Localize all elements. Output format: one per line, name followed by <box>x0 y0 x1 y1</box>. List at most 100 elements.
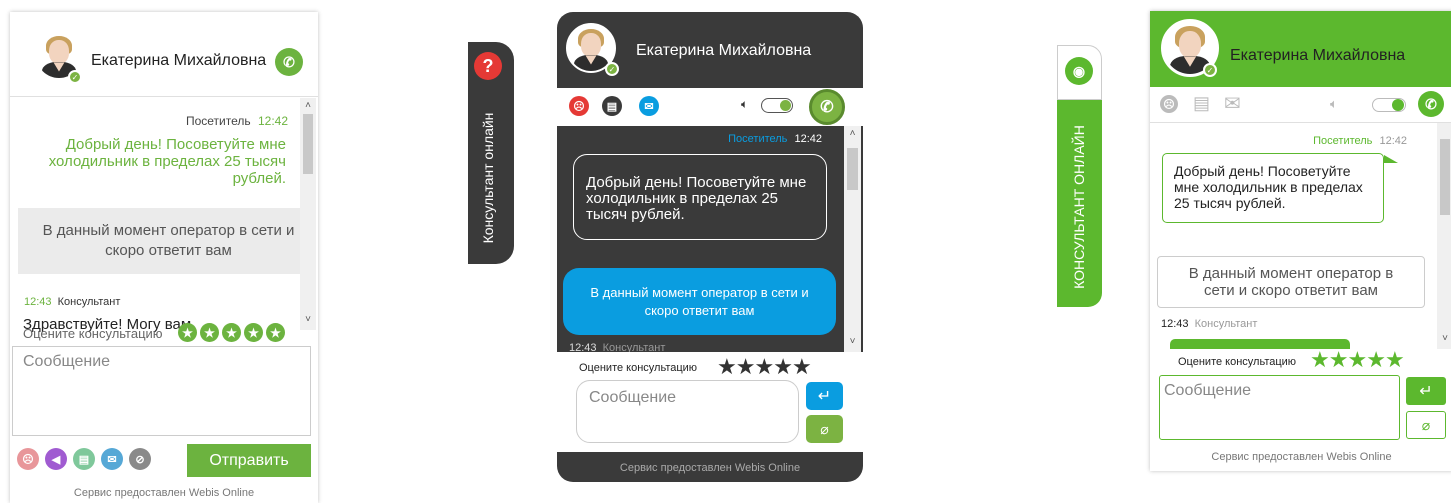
chat-bubbles-icon: ◉ <box>1065 57 1093 85</box>
message-input[interactable]: Сообщение <box>1159 375 1400 440</box>
star-icon[interactable]: ★ <box>266 323 285 342</box>
toolbar: ☹ ▤ ✉ 🔈︎ ✆ <box>1150 87 1451 123</box>
star-icon[interactable]: ★ <box>792 354 812 379</box>
visitor-message: Добрый день! Посоветуйте мне холодильник… <box>48 136 286 187</box>
rate-label: Оцените консультацию <box>579 362 698 374</box>
chat-header: ✓ Екатерина Михайловна <box>1150 11 1451 87</box>
print-icon[interactable]: ▤ <box>1193 93 1210 114</box>
visitor-message: Добрый день! Посоветуйте мне холодильник… <box>573 154 827 240</box>
message-scrollbar[interactable]: ˄ ˅ <box>300 98 316 330</box>
online-check-icon: ✓ <box>68 70 82 84</box>
star-icon[interactable]: ★ <box>1347 347 1367 372</box>
star-icon[interactable]: ★ <box>1329 347 1349 372</box>
scroll-up-icon[interactable]: ˄ <box>300 100 316 111</box>
star-icon[interactable]: ★ <box>1310 347 1330 372</box>
print-icon[interactable]: ▤ <box>73 448 95 470</box>
visitor-label: Посетитель <box>185 114 251 128</box>
send-button[interactable]: ↵ <box>1406 377 1446 405</box>
message-area: Посетитель 12:42 Добрый день! Посоветуйт… <box>10 98 302 344</box>
system-message: В данный момент оператор в сети и скоро … <box>563 268 836 335</box>
scroll-down-icon[interactable]: ˅ <box>844 336 861 347</box>
mail-icon[interactable]: ✉ <box>1224 91 1241 116</box>
visitor-label: Посетитель <box>1313 135 1373 147</box>
message-area: Посетитель 12:42 Добрый день! Посоветуйт… <box>1150 123 1435 349</box>
chat-widget-light: ✓ Екатерина Михайловна ✆ Посетитель 12:4… <box>10 12 318 503</box>
consultant-tab-green[interactable]: ◉ КОНСУЛЬТАНТ ОНЛАЙН <box>1057 45 1102 307</box>
star-icon[interactable]: ★ <box>773 354 793 379</box>
scroll-thumb[interactable] <box>1440 139 1450 215</box>
star-icon[interactable]: ★ <box>717 354 737 379</box>
scroll-down-icon[interactable]: ˅ <box>1437 333 1451 344</box>
consultant-time: 12:43 <box>1161 318 1189 330</box>
visitor-label: Посетитель <box>728 133 788 145</box>
consultant-tab-dark[interactable]: ? Консультант онлайн <box>468 42 514 264</box>
system-message: В данный момент оператор в сети и скоро … <box>1157 256 1425 308</box>
call-button[interactable]: ✆ <box>809 89 845 125</box>
question-icon: ? <box>474 52 502 80</box>
star-icon[interactable]: ★ <box>1385 347 1405 372</box>
message-area: Посетитель 12:42 Добрый день! Посоветуйт… <box>557 126 842 352</box>
chat-widget-dark: ✓ Екатерина Михайловна ☹ ▤ ✉ 🔈︎ ✆ Посети… <box>557 12 863 482</box>
sound-toggle[interactable] <box>1372 98 1406 112</box>
print-icon[interactable]: ▤ <box>602 96 622 116</box>
rating-stars[interactable]: ★★★★★ <box>717 354 812 380</box>
toolbar: ☹ ◀ ▤ ✉ ⊘ <box>17 448 151 470</box>
consultant-label: Консультант <box>1194 318 1258 330</box>
toolbar: ☹ ▤ ✉ 🔈︎ ✆ <box>557 88 863 126</box>
scroll-thumb[interactable] <box>303 114 313 174</box>
message-placeholder: Сообщение <box>23 353 111 370</box>
operator-name: Екатерина Михайловна <box>91 52 267 69</box>
visitor-time: 12:42 <box>257 114 288 128</box>
volume-icon[interactable]: 🔈︎ <box>741 97 748 112</box>
star-icon[interactable]: ★ <box>200 323 219 342</box>
sad-face-icon[interactable]: ☹ <box>1160 95 1178 113</box>
rate-label: Оцените консультацию <box>1178 356 1297 368</box>
chat-widget-green: ✓ Екатерина Михайловна ☹ ▤ ✉ 🔈︎ ✆ Посети… <box>1150 11 1451 471</box>
scroll-down-icon[interactable]: ˅ <box>300 314 316 325</box>
consultant-time: 12:43 <box>569 342 597 352</box>
system-message: В данный момент оператор в сети и скоро … <box>18 208 302 274</box>
message-input[interactable]: Сообщение <box>576 380 799 443</box>
send-button[interactable]: ↵ <box>806 382 843 410</box>
consultant-label: Консультант <box>602 342 666 352</box>
rating-stars[interactable]: ★ ★ ★ ★ ★ <box>178 323 285 342</box>
online-check-icon: ✓ <box>605 62 619 76</box>
consultant-label: Консультант <box>57 296 121 308</box>
tab-label: КОНСУЛЬТАНТ ОНЛАЙН <box>1071 125 1087 289</box>
call-button[interactable]: ✆ <box>275 48 303 76</box>
tab-label: Консультант онлайн <box>480 112 496 244</box>
message-input[interactable]: Сообщение <box>12 346 311 436</box>
star-icon[interactable]: ★ <box>222 323 241 342</box>
bottom-panel: Оцените консультацию ★★★★★ Сообщение ↵ ⌀ <box>557 352 863 452</box>
footer-text: Сервис предоставлен Webis Online <box>73 487 255 499</box>
visitor-time: 12:42 <box>1379 135 1407 147</box>
consultant-time: 12:43 <box>24 296 52 308</box>
sound-toggle[interactable] <box>761 98 793 113</box>
mail-icon[interactable]: ✉ <box>101 448 123 470</box>
chat-header: ✓ Екатерина Михайловна ✆ <box>10 12 318 97</box>
mail-icon[interactable]: ✉ <box>639 96 659 116</box>
send-button[interactable]: Отправить <box>187 444 311 477</box>
attach-icon[interactable]: ⊘ <box>129 448 151 470</box>
star-icon[interactable]: ★ <box>736 354 756 379</box>
rate-label: Оцените консультацию <box>23 326 163 341</box>
message-scrollbar[interactable]: ˄ ˅ <box>844 126 861 352</box>
attach-button[interactable]: ⌀ <box>806 415 843 443</box>
sad-face-icon[interactable]: ☹ <box>569 96 589 116</box>
star-icon[interactable]: ★ <box>178 323 197 342</box>
message-scrollbar[interactable]: ˅ <box>1437 123 1451 349</box>
scroll-thumb[interactable] <box>847 148 858 190</box>
rating-stars[interactable]: ★★★★★ <box>1310 347 1405 373</box>
scroll-up-icon[interactable]: ˄ <box>844 128 861 139</box>
call-button[interactable]: ✆ <box>1418 91 1444 117</box>
star-icon[interactable]: ★ <box>244 323 263 342</box>
volume-icon[interactable]: ◀ <box>45 448 67 470</box>
attach-button[interactable]: ⌀ <box>1406 411 1446 439</box>
sad-face-icon[interactable]: ☹ <box>17 448 39 470</box>
online-check-icon: ✓ <box>1203 63 1217 77</box>
message-placeholder: Сообщение <box>589 389 677 406</box>
volume-icon[interactable]: 🔈︎ <box>1330 96 1338 112</box>
star-icon[interactable]: ★ <box>1366 347 1386 372</box>
message-placeholder: Сообщение <box>1164 382 1252 399</box>
star-icon[interactable]: ★ <box>754 354 774 379</box>
